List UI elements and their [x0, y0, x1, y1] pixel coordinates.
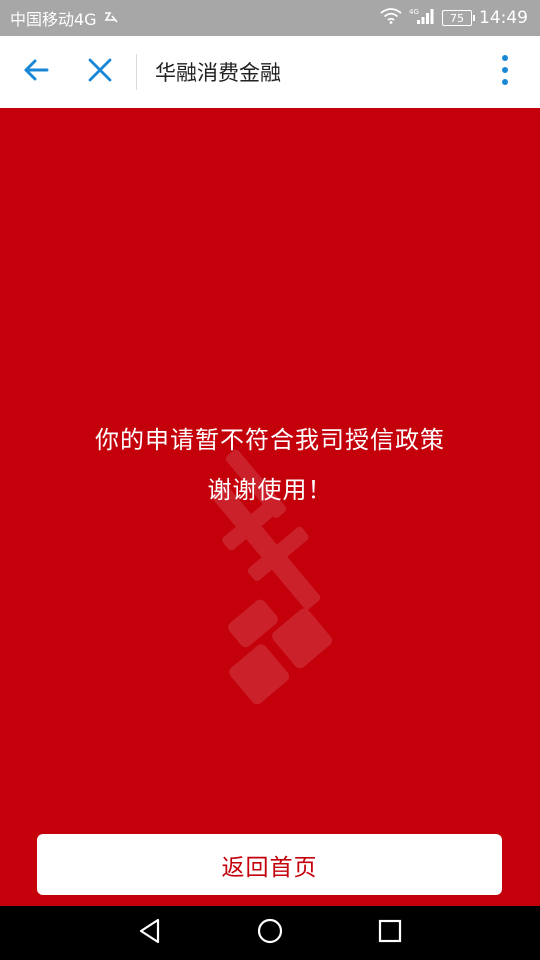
arrow-left-icon	[22, 56, 50, 88]
more-vertical-icon	[500, 54, 510, 90]
status-right: 4G 75 14:49	[380, 7, 528, 29]
title-divider	[136, 54, 137, 90]
page-title: 华融消费金融	[155, 61, 281, 85]
close-icon	[87, 57, 113, 87]
carrier-label: 中国移动4G	[10, 10, 97, 29]
circle-home-icon	[256, 917, 284, 949]
page: 中国移动4G 4G 75 14:49 华融消费金融 你的申请暂不符合我司授信政策…	[0, 0, 540, 960]
nav-back-button[interactable]	[132, 915, 168, 951]
clock: 14:49	[479, 8, 528, 28]
close-button[interactable]	[68, 36, 132, 108]
wifi-icon	[380, 8, 402, 28]
data-activity-icon	[103, 9, 119, 28]
square-recents-icon	[378, 919, 402, 947]
rejection-message: 你的申请暂不符合我司授信政策	[95, 426, 445, 454]
battery-level: 75	[450, 11, 464, 25]
svg-text:4G: 4G	[409, 8, 419, 16]
nav-recents-button[interactable]	[372, 915, 408, 951]
status-bar: 中国移动4G 4G 75 14:49	[0, 0, 540, 36]
result-message: 你的申请暂不符合我司授信政策 谢谢使用！	[0, 421, 540, 509]
return-home-button[interactable]: 返回首页	[37, 834, 502, 895]
title-bar: 华融消费金融	[0, 36, 540, 108]
triangle-back-icon	[138, 918, 162, 948]
navigation-bar	[0, 906, 540, 960]
more-menu-button[interactable]	[470, 36, 540, 108]
battery-icon: 75	[442, 10, 475, 26]
result-panel: 你的申请暂不符合我司授信政策 谢谢使用！ 返回首页	[0, 108, 540, 906]
back-button[interactable]	[4, 36, 68, 108]
status-left: 中国移动4G	[10, 6, 119, 30]
cell-signal-icon: 4G	[409, 7, 435, 29]
thanks-message: 谢谢使用！	[207, 476, 333, 504]
nav-home-button[interactable]	[252, 915, 288, 951]
